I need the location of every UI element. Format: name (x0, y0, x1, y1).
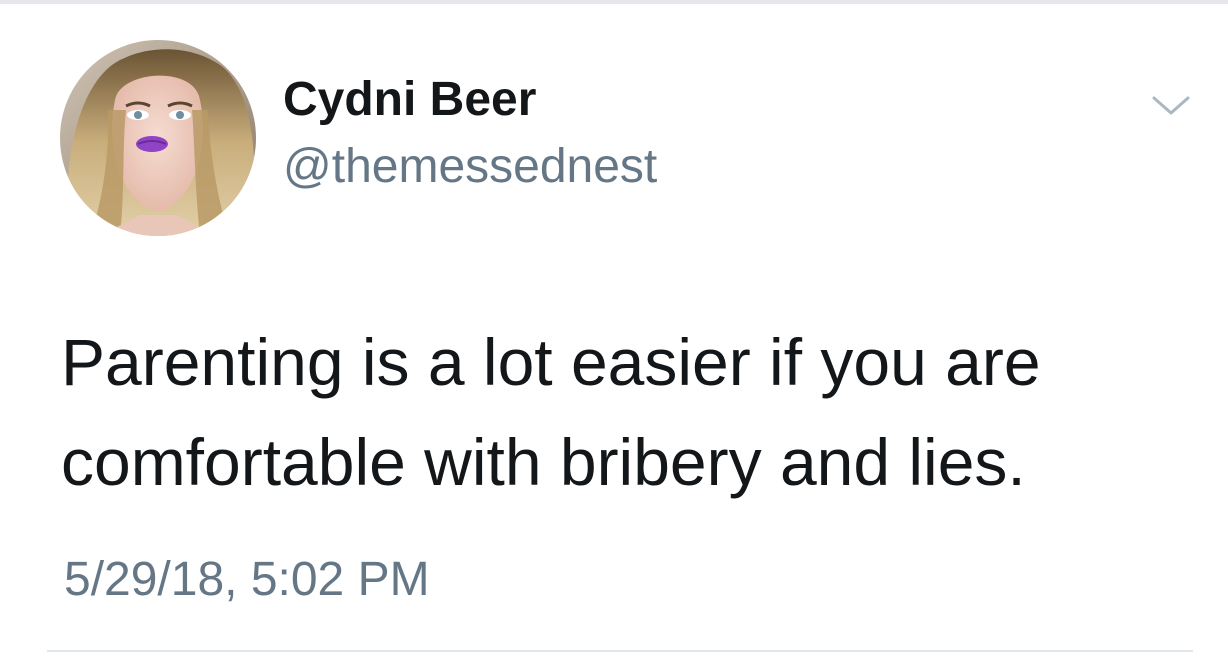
tweet-text: Parenting is a lot easier if you are com… (61, 312, 1181, 512)
bottom-divider (47, 650, 1193, 652)
tweet-card: Cydni Beer @themessednest Parenting is a… (0, 0, 1228, 661)
tweet-text-line: comfortable with bribery and lies. (61, 425, 1026, 499)
tweet-text-line: Parenting is a lot easier if you are (61, 325, 1041, 399)
avatar[interactable] (60, 40, 256, 236)
author-handle[interactable]: @themessednest (283, 138, 657, 196)
tweet-timestamp[interactable]: 5/29/18, 5:02 PM (64, 550, 430, 610)
avatar-photo (60, 40, 256, 236)
author-display-name[interactable]: Cydni Beer (283, 72, 536, 128)
chevron-down-icon[interactable] (1150, 90, 1192, 120)
